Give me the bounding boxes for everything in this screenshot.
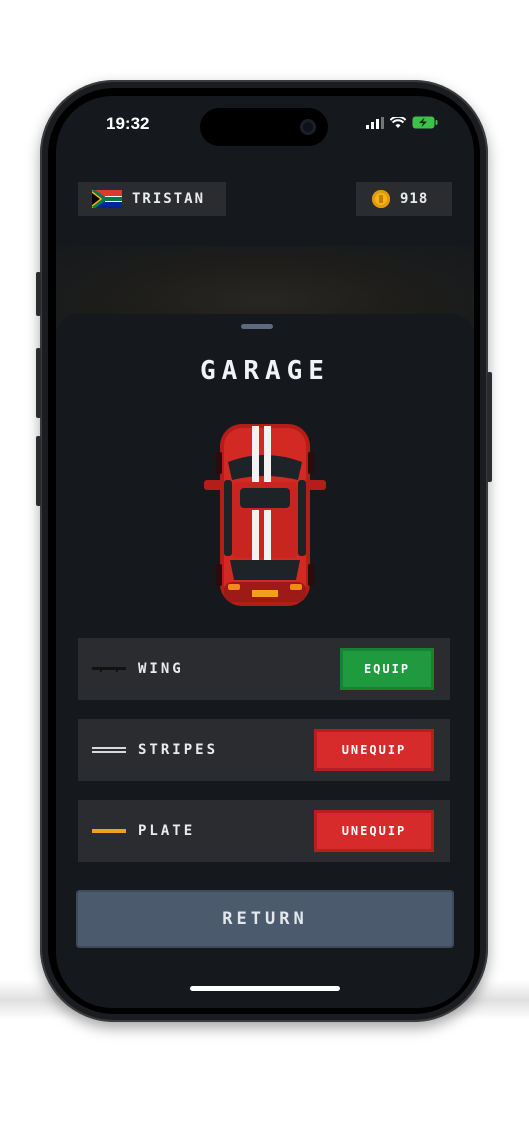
battery-charging-icon — [412, 116, 438, 129]
page-title: GARAGE — [200, 356, 330, 386]
signal-icon — [366, 116, 384, 129]
status-icons — [366, 116, 438, 129]
volume-up-button — [36, 348, 41, 418]
item-label-stripes: STRIPES — [138, 742, 219, 758]
user-chip[interactable]: TRISTAN — [78, 182, 226, 216]
unequip-stripes-button[interactable]: UNEQUIP — [314, 729, 434, 771]
return-button[interactable]: RETURN — [76, 890, 454, 948]
unequip-plate-button[interactable]: UNEQUIP — [314, 810, 434, 852]
item-label-plate: PLATE — [138, 823, 196, 839]
plate-icon — [92, 829, 126, 833]
stripes-icon — [92, 747, 126, 753]
sheet-drag-handle[interactable] — [241, 324, 273, 329]
item-row-wing: WING EQUIP — [78, 638, 450, 700]
coin-icon — [372, 190, 390, 208]
home-indicator[interactable] — [190, 986, 340, 991]
item-row-plate: PLATE UNEQUIP — [78, 800, 450, 862]
status-time: 19:32 — [106, 114, 150, 133]
equip-wing-button[interactable]: EQUIP — [340, 648, 434, 690]
garage-sheet: GARAGE WING EQUIP STRIPES UNEQUIP PLATE … — [56, 314, 474, 1008]
wifi-icon — [390, 116, 406, 128]
app-screen: 19:32 TRISTAN 918 GARAGE WING EQUIP STRI… — [56, 96, 474, 1008]
username-label: TRISTAN — [132, 191, 206, 207]
volume-down-button — [36, 436, 41, 506]
action-button — [36, 272, 41, 316]
coin-balance: 918 — [356, 182, 452, 216]
item-label-wing: WING — [138, 661, 184, 677]
wing-icon — [92, 667, 126, 672]
power-button — [487, 372, 492, 482]
item-row-stripes: STRIPES UNEQUIP — [78, 719, 450, 781]
car-icon — [204, 424, 326, 606]
camera-icon — [300, 119, 316, 135]
south-africa-flag-icon — [92, 190, 122, 208]
dynamic-island — [200, 108, 328, 146]
coin-count: 918 — [400, 191, 429, 207]
